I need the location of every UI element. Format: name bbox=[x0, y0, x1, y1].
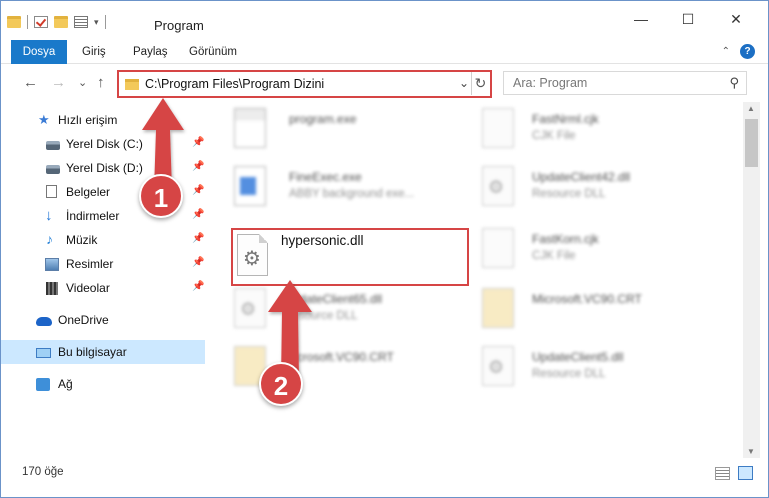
annotation-arrows bbox=[142, 98, 312, 380]
step-badge-2: 2 bbox=[259, 362, 303, 406]
step-badge-1: 1 bbox=[139, 174, 183, 218]
